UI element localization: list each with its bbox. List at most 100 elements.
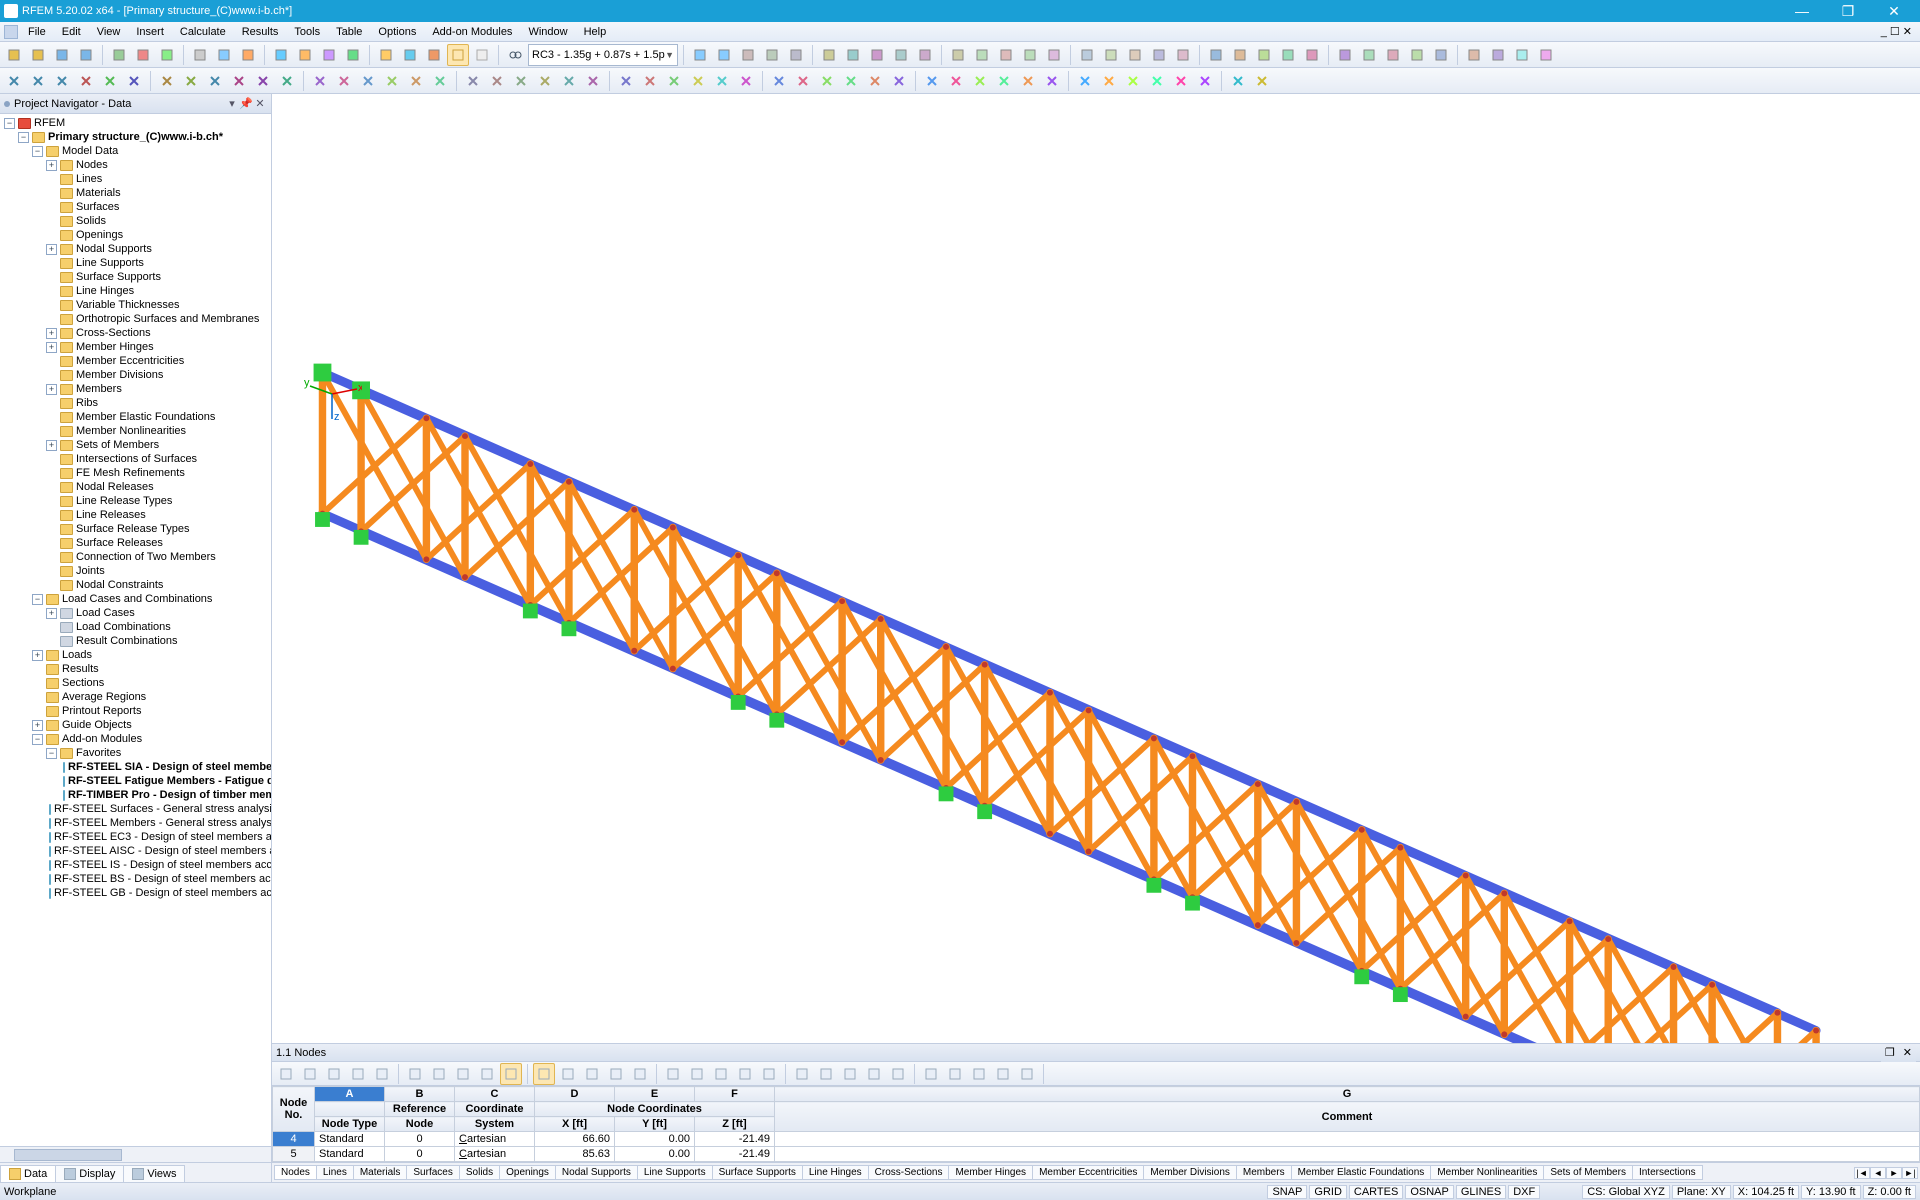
tabletb-button-12[interactable] (581, 1063, 603, 1085)
tree-node[interactable]: RF-STEEL GB - Design of steel members ac… (2, 886, 271, 900)
toolbar1b-button-11[interactable] (971, 44, 993, 66)
tabletb-button-29[interactable] (1016, 1063, 1038, 1085)
table-tab[interactable]: Surface Supports (712, 1165, 803, 1180)
tree-node[interactable]: Line Supports (2, 256, 271, 270)
toolbar1b-button-15[interactable] (1076, 44, 1098, 66)
table-tab[interactable]: Member Eccentricities (1032, 1165, 1144, 1180)
toolbar2-button-5[interactable] (123, 70, 145, 92)
tabletb-button-22[interactable] (839, 1063, 861, 1085)
toolbar2-button-28[interactable] (711, 70, 733, 92)
table-tab[interactable]: Line Supports (637, 1165, 713, 1180)
tree-node[interactable]: Openings (2, 228, 271, 242)
tree-node[interactable]: Variable Thicknesses (2, 298, 271, 312)
tree-node[interactable]: Results (2, 662, 271, 676)
toolbar1-button-12[interactable] (318, 44, 340, 66)
toolbar2-button-3[interactable] (75, 70, 97, 92)
table-tab[interactable]: Nodal Supports (555, 1165, 638, 1180)
toolbar1-button-7[interactable] (189, 44, 211, 66)
tree-node[interactable]: RF-STEEL EC3 - Design of steel members a… (2, 830, 271, 844)
toolbar2-button-4[interactable] (99, 70, 121, 92)
toolbar1b-button-0[interactable] (689, 44, 711, 66)
toolbar2-button-12[interactable] (309, 70, 331, 92)
toolbar1b-button-12[interactable] (995, 44, 1017, 66)
toolbar2-button-23[interactable] (582, 70, 604, 92)
tabletb-button-13[interactable] (605, 1063, 627, 1085)
tree-node[interactable]: RF-STEEL Surfaces - General stress analy… (2, 802, 271, 816)
tree-node[interactable]: Load Combinations (2, 620, 271, 634)
toolbar2-button-15[interactable] (381, 70, 403, 92)
tree-node[interactable]: Surface Supports (2, 270, 271, 284)
toolbar1-button-3[interactable] (75, 44, 97, 66)
toolbar2-button-46[interactable] (1170, 70, 1192, 92)
toolbar2-button-32[interactable] (816, 70, 838, 92)
tree-node[interactable]: FE Mesh Refinements (2, 466, 271, 480)
toolbar2-button-45[interactable] (1146, 70, 1168, 92)
menu-file[interactable]: File (20, 24, 54, 40)
toolbar1-button-13[interactable] (342, 44, 364, 66)
tree-node[interactable]: Connection of Two Members (2, 550, 271, 564)
table-tab[interactable]: Cross-Sections (868, 1165, 950, 1180)
tabletb-button-19[interactable] (758, 1063, 780, 1085)
tabletb-button-1[interactable] (299, 1063, 321, 1085)
toolbar1b-button-30[interactable] (1463, 44, 1485, 66)
status-grid[interactable]: GRID (1309, 1185, 1347, 1199)
toolbar1b-button-32[interactable] (1511, 44, 1533, 66)
tabletb-button-10[interactable] (533, 1063, 555, 1085)
status-glines[interactable]: GLINES (1456, 1185, 1506, 1199)
tree-node[interactable]: Sections (2, 676, 271, 690)
toolbar1-button-8[interactable] (213, 44, 235, 66)
toolbar1b-button-5[interactable] (818, 44, 840, 66)
tabletb-button-4[interactable] (371, 1063, 393, 1085)
tabletb-button-21[interactable] (815, 1063, 837, 1085)
toolbar2-button-18[interactable] (462, 70, 484, 92)
tree-node[interactable]: Average Regions (2, 690, 271, 704)
tree-node[interactable]: Surfaces (2, 200, 271, 214)
tabletb-button-0[interactable] (275, 1063, 297, 1085)
tree-node[interactable]: RF-STEEL Fatigue Members - Fatigue desig… (2, 774, 271, 788)
tree-node[interactable]: Printout Reports (2, 704, 271, 718)
toolbar2-button-37[interactable] (945, 70, 967, 92)
toolbar2-button-21[interactable] (534, 70, 556, 92)
toolbar2-button-36[interactable] (921, 70, 943, 92)
menu-insert[interactable]: Insert (128, 24, 172, 40)
minimize-button[interactable]: — (1780, 0, 1824, 22)
toolbar2-button-17[interactable] (429, 70, 451, 92)
tree-node[interactable]: +Guide Objects (2, 718, 271, 732)
toolbar1b-button-19[interactable] (1172, 44, 1194, 66)
tab-last[interactable]: ►| (1902, 1167, 1918, 1179)
tree-node[interactable]: −Favorites (2, 746, 271, 760)
tree-node[interactable]: RF-TIMBER Pro - Design of timber members (2, 788, 271, 802)
toolbar2-button-25[interactable] (639, 70, 661, 92)
tree-node[interactable]: Member Eccentricities (2, 354, 271, 368)
table-restore-icon[interactable]: ❐ (1881, 1043, 1899, 1063)
tree-node[interactable]: −Model Data (2, 144, 271, 158)
tree-node[interactable]: RF-STEEL AISC - Design of steel members … (2, 844, 271, 858)
toolbar1b-button-10[interactable] (947, 44, 969, 66)
toolbar1-button-2[interactable] (51, 44, 73, 66)
tree-node[interactable]: Member Nonlinearities (2, 424, 271, 438)
tree-node[interactable]: Nodal Constraints (2, 578, 271, 592)
tree-node[interactable]: Line Release Types (2, 494, 271, 508)
toolbar2-button-14[interactable] (357, 70, 379, 92)
toolbar1-toggle-b[interactable] (471, 44, 493, 66)
tree-node[interactable]: Joints (2, 564, 271, 578)
toolbar1-button-15[interactable] (399, 44, 421, 66)
toolbar1-button-6[interactable] (156, 44, 178, 66)
tab-first[interactable]: |◄ (1854, 1167, 1870, 1179)
menu-edit[interactable]: Edit (54, 24, 89, 40)
toolbar1b-button-27[interactable] (1382, 44, 1404, 66)
toolbar1b-button-29[interactable] (1430, 44, 1452, 66)
toolbar1b-button-33[interactable] (1535, 44, 1557, 66)
tree-node[interactable]: +Cross-Sections (2, 326, 271, 340)
toolbar1-button-1[interactable] (27, 44, 49, 66)
tree-node[interactable]: −Primary structure_(C)www.i-b.ch* (2, 130, 271, 144)
navigator-pin-icon[interactable]: 📌 (239, 97, 253, 110)
tabletb-button-17[interactable] (710, 1063, 732, 1085)
toolbar1b-button-20[interactable] (1205, 44, 1227, 66)
toolbar2-button-11[interactable] (276, 70, 298, 92)
tabletb-button-16[interactable] (686, 1063, 708, 1085)
navigator-hscroll[interactable] (0, 1146, 271, 1162)
toolbar1b-button-21[interactable] (1229, 44, 1251, 66)
toolbar1b-button-6[interactable] (842, 44, 864, 66)
tree-node[interactable]: +Sets of Members (2, 438, 271, 452)
